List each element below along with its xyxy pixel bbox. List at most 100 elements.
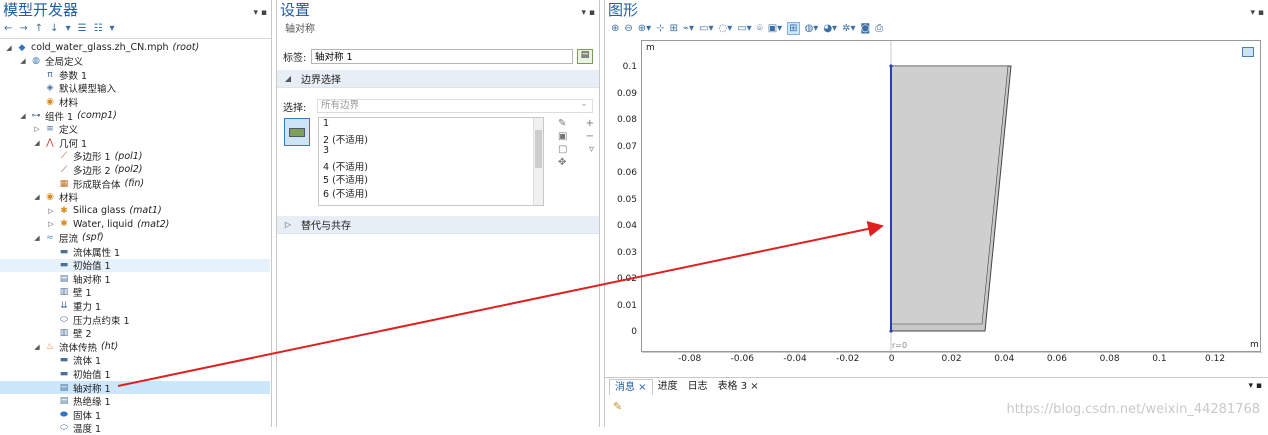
broom-icon[interactable]: ✎ (613, 400, 622, 413)
expand-toggle-icon[interactable]: ◢ (18, 57, 28, 65)
grid-toggle-icon[interactable]: ⊞ (787, 21, 800, 35)
transparency-icon[interactable]: ⌁▾ (683, 23, 694, 34)
boundary-selection-section[interactable]: ◢ 边界选择 (277, 70, 599, 88)
tree-node[interactable]: ⬬ 固体 1 (46, 408, 101, 422)
tree-node[interactable]: π 参数 1 (32, 68, 87, 82)
label-input[interactable] (311, 48, 573, 64)
zoom-selected-icon[interactable]: ⊞ (670, 23, 678, 34)
settings-gear-icon[interactable]: ✲▾ (842, 23, 855, 34)
expand-toggle-icon[interactable]: ▷ (46, 220, 56, 228)
tree-node[interactable]: ▬ 初始值 1 (46, 367, 111, 381)
boundary-list[interactable]: 12 (不适用) 3 4 (不适用) 5 (不适用) 6 (不适用) (318, 117, 544, 206)
render-icon[interactable]: ◕▾ (823, 23, 837, 34)
tree-node[interactable]: ⟋ 多边形 2 (pol2) (46, 163, 143, 177)
x-tick-label: 0.06 (1046, 354, 1067, 364)
hide-icon[interactable]: ⌾ (757, 23, 763, 34)
pin-icon[interactable]: ▾ ▪ (582, 3, 595, 23)
expand-toggle-icon[interactable]: ▷ (32, 125, 42, 133)
forward-icon[interactable]: → (19, 23, 27, 34)
more-icon[interactable]: ▾ (110, 23, 115, 34)
boundary-list-item[interactable]: 4 (不适用) (319, 159, 543, 173)
collapse-all-icon[interactable]: ☷ (94, 23, 103, 34)
expand-toggle-icon[interactable]: ▷ (46, 207, 56, 215)
tree-node[interactable]: ▥ 壁 1 (46, 286, 92, 299)
remove-icon[interactable]: − (586, 131, 594, 144)
paste-selection-icon[interactable]: ✎ (558, 118, 566, 131)
override-section[interactable]: ▷ 替代与共存 (277, 216, 599, 234)
zoom-box-icon[interactable]: ⊕▾ (638, 23, 651, 34)
scrollbar-thumb[interactable] (535, 130, 542, 168)
tree-node[interactable]: ⇊ 重力 1 (46, 299, 101, 313)
tree-node[interactable]: ▤ 热绝缘 1 (46, 395, 111, 408)
tree-node[interactable]: ▬ 流体属性 1 (46, 245, 120, 259)
expand-toggle-icon[interactable]: ◢ (32, 139, 42, 147)
tree-node[interactable]: ▬ 初始值 1 (0, 258, 270, 272)
boundary-list-item[interactable]: 5 (不适用) (319, 172, 543, 186)
print-icon[interactable]: ⎙ (875, 23, 883, 34)
boundary-list-scrollbar[interactable] (533, 118, 543, 205)
zoom-selection-icon[interactable]: ✥ (558, 157, 566, 170)
add-icon[interactable]: + (586, 118, 594, 131)
down-icon[interactable]: ↓ (50, 23, 58, 34)
boundary-list-item[interactable]: 2 (不适用) (319, 132, 543, 146)
graphics-canvas[interactable]: m r=0 (641, 40, 1262, 353)
delete-icon[interactable]: ▿ (589, 144, 594, 157)
tree-node[interactable]: ◉ 材料 (32, 95, 78, 109)
tree-node[interactable]: ▷ ✱ Silica glass (mat1) (46, 204, 161, 217)
tree-node[interactable]: ◢ ⊶ 组件 1 (comp1) (18, 109, 117, 123)
expand-toggle-icon[interactable]: ◢ (32, 193, 42, 201)
selection-dropdown[interactable]: 所有边界 (317, 98, 593, 113)
boundary-list-item[interactable]: 1 (319, 118, 543, 132)
tree-node[interactable]: ▷ ≡ 定义 (32, 123, 78, 136)
pin-icon[interactable]: ▾ ▪ (254, 3, 267, 23)
rename-icon[interactable]: ▤ (577, 48, 593, 64)
up-icon[interactable]: ↑ (35, 23, 43, 34)
show-icon[interactable]: ▣▾ (768, 23, 782, 34)
tree-node[interactable]: ▤ 轴对称 1 (46, 272, 111, 286)
expand-all-icon[interactable]: ☰ (78, 23, 87, 34)
message-tab[interactable]: 日志 (683, 379, 713, 395)
expand-toggle-icon[interactable]: ◢ (32, 343, 42, 351)
zoom-out-icon[interactable]: ⊖ (624, 23, 632, 34)
boundary-list-item[interactable]: 3 (319, 145, 543, 159)
zoom-in-icon[interactable]: ⊕ (611, 23, 619, 34)
message-tab[interactable]: 表格 3 × (713, 379, 764, 395)
tree-node[interactable]: ◈ 默认模型输入 (32, 82, 116, 95)
tree-node-tag: (ht) (101, 341, 119, 353)
tree-node[interactable]: ◢ ◆ cold_water_glass.zh_CN.mph (root) (4, 41, 199, 54)
model-tree[interactable]: ◢ ◆ cold_water_glass.zh_CN.mph (root) ◢ ◍ 全局定义… (0, 38, 271, 435)
select-box-icon[interactable]: ▭▾ (737, 23, 751, 34)
expand-toggle-icon[interactable]: ◢ (32, 234, 42, 242)
clear-selection-icon[interactable]: ▢ (558, 144, 567, 157)
tree-node[interactable]: ⟋ 多边形 1 (pol1) (46, 150, 143, 164)
scene-light-icon[interactable]: ◍▾ (805, 23, 819, 34)
expand-toggle-icon[interactable]: ◢ (18, 112, 28, 120)
tree-node[interactable]: ◢ ◉ 材料 (32, 191, 78, 204)
camera-icon[interactable]: ◙ (860, 23, 870, 34)
tree-node[interactable]: ▷ ✱ Water, liquid (mat2) (46, 218, 169, 231)
copy-selection-icon[interactable]: ▣ (558, 131, 567, 144)
tree-node[interactable]: ▥ 壁 2 (46, 327, 92, 340)
message-tab[interactable]: 进度 (653, 379, 683, 395)
view-icon[interactable]: ▭▾ (699, 23, 713, 34)
back-icon[interactable]: ← (4, 23, 12, 34)
boundary-list-item[interactable]: 6 (不适用) (319, 186, 543, 200)
expand-toggle-icon[interactable]: ◢ (4, 44, 14, 52)
tree-node[interactable]: ▦ 形成联合体 (fin) (46, 177, 144, 191)
message-tab[interactable]: 消息 × (609, 378, 653, 395)
tree-node[interactable]: ◢ ⋀ 几何 1 (32, 136, 87, 150)
tree-node[interactable]: ◢ ♨ 流体传热 (ht) (32, 340, 119, 354)
tree-node[interactable]: ◢ ◍ 全局定义 (18, 55, 83, 68)
filter-icon[interactable]: ▾ (66, 23, 71, 34)
activate-selection-button[interactable] (284, 118, 310, 146)
tree-node[interactable]: ▬ 流体 1 (46, 354, 101, 367)
tree-node[interactable]: ▤ 轴对称 1 (0, 381, 270, 395)
select-object-icon[interactable]: ◌▾ (718, 23, 732, 34)
tree-node[interactable]: ⬭ 压力点约束 1 (46, 313, 129, 327)
gravity-icon: ⇊ (60, 300, 68, 311)
tree-node[interactable]: ⬭ 温度 1 (46, 422, 101, 435)
zoom-extents-icon[interactable]: ⊹ (656, 23, 664, 34)
tree-node[interactable]: ◢ ≈ 层流 (spf) (32, 231, 103, 245)
pin-icon[interactable]: ▾ ▪ (1249, 381, 1262, 391)
pin-icon[interactable]: ▾ ▪ (1251, 3, 1264, 23)
